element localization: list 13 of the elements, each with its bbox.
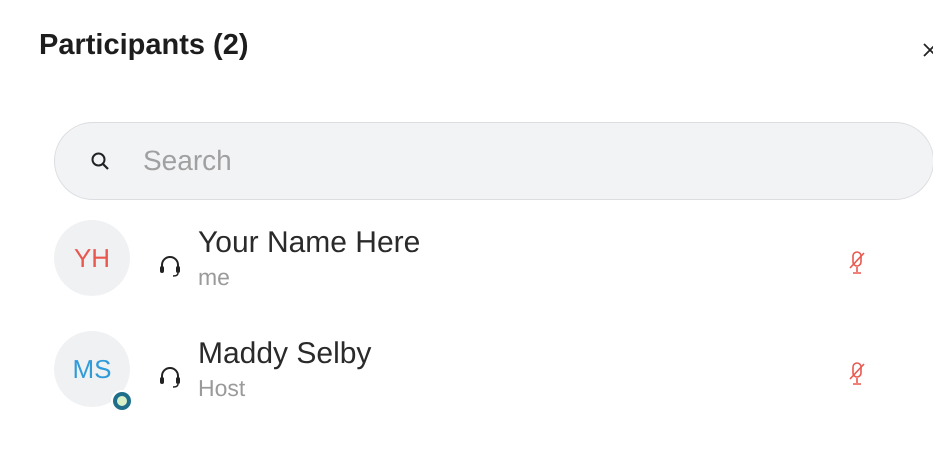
panel-title: Participants (2) <box>39 28 248 64</box>
headset-icon <box>158 365 182 389</box>
participant-role: Host <box>198 374 246 403</box>
participant-name: Maddy Selby <box>198 336 372 372</box>
avatar-initials: YH <box>74 242 110 274</box>
search-icon <box>90 151 110 171</box>
muted-microphone-icon[interactable] <box>847 361 867 387</box>
participant-role: me <box>198 263 231 292</box>
headset-icon <box>158 254 182 278</box>
participant-name: Your Name Here <box>198 225 422 261</box>
search-field[interactable]: Search <box>54 122 933 200</box>
muted-microphone-icon[interactable] <box>847 250 867 276</box>
avatar-initials: MS <box>72 352 112 386</box>
